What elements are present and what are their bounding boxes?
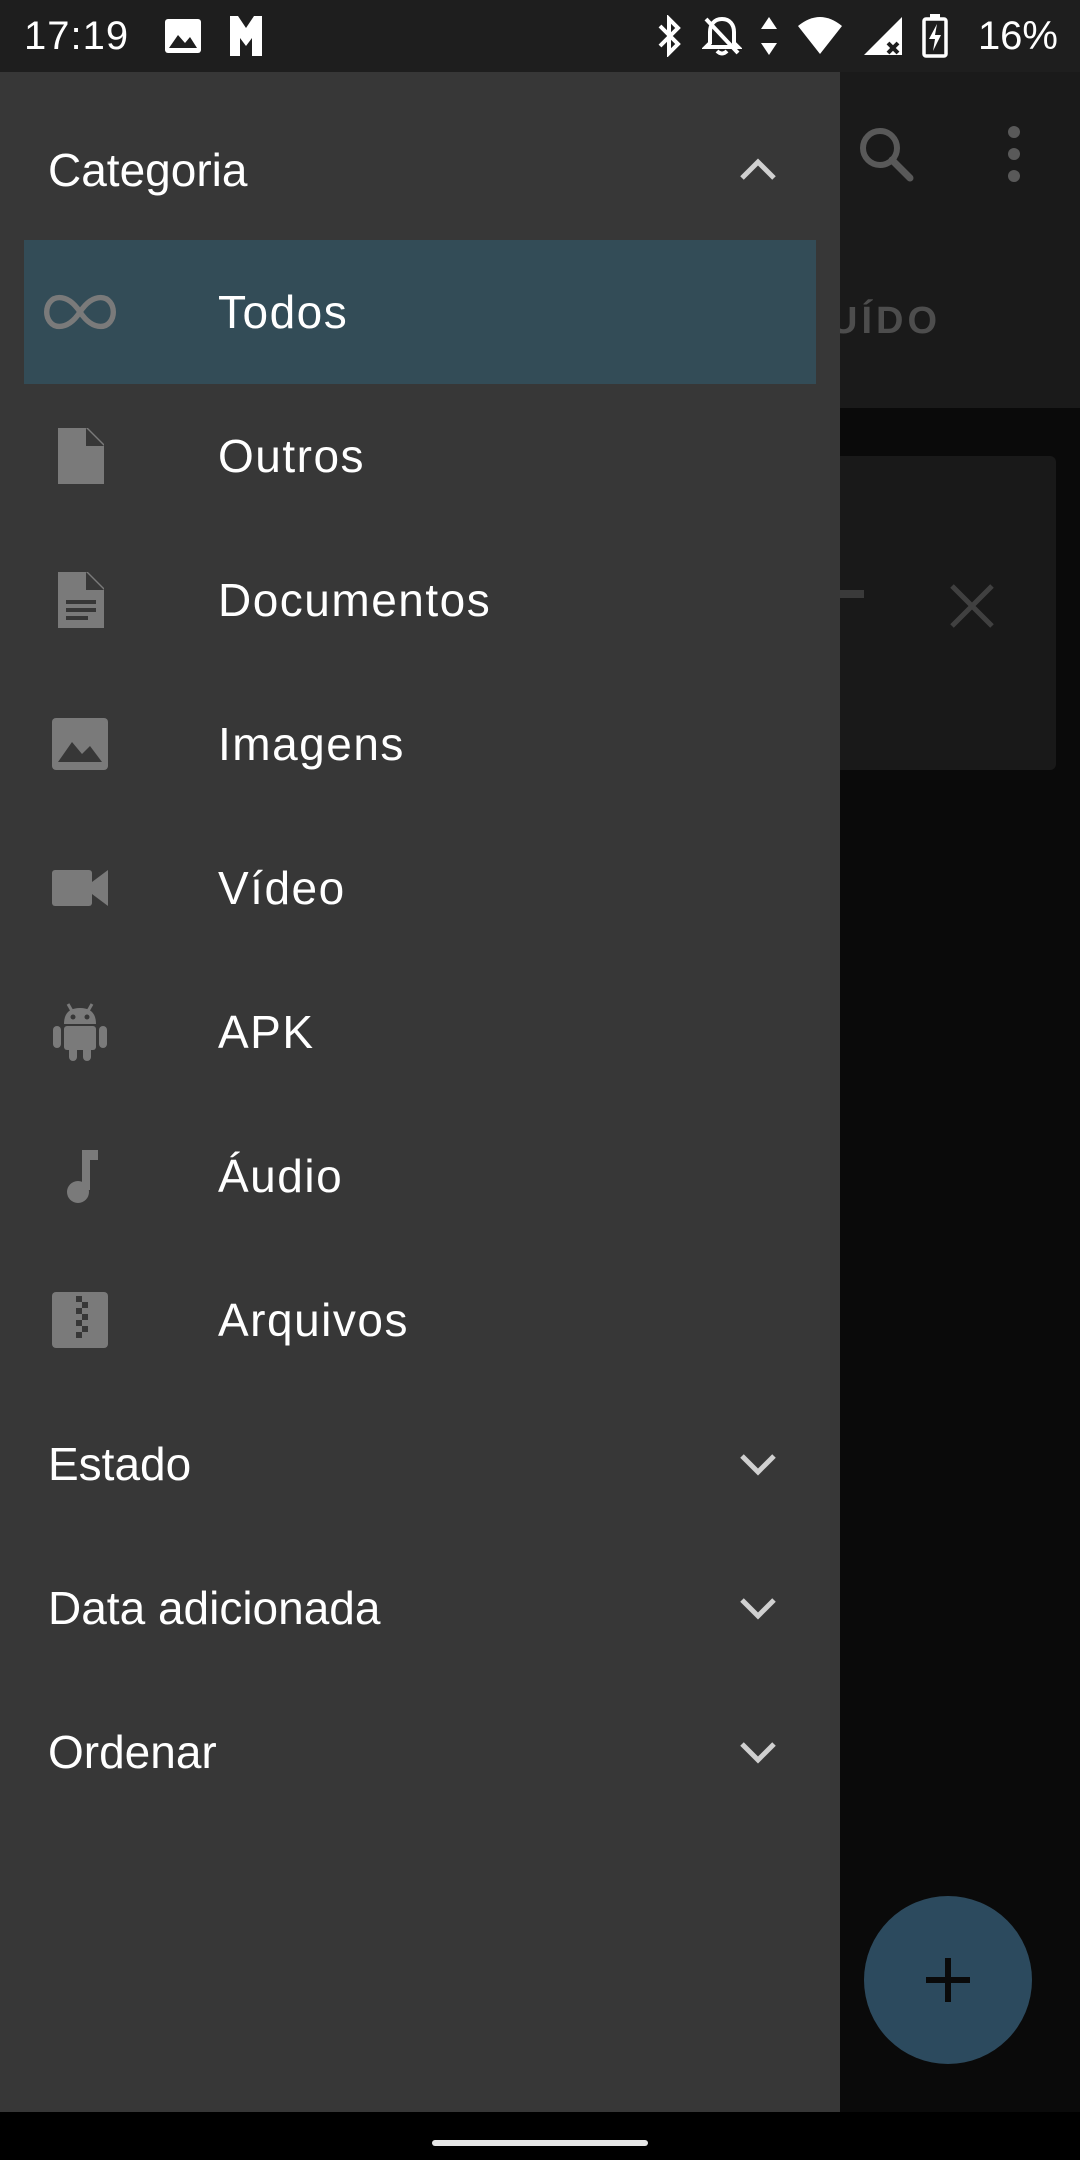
chevron-down-icon (740, 1598, 776, 1620)
section-title-categoria: Categoria (48, 144, 248, 196)
signal-icon (864, 17, 902, 55)
chevron-down-icon (740, 1454, 776, 1476)
file-icon (58, 428, 104, 484)
chevron-down-icon (740, 1742, 776, 1764)
category-item-audio[interactable]: Áudio (24, 1104, 816, 1248)
close-icon[interactable] (948, 582, 996, 630)
category-label-video: Vídeo (218, 862, 346, 914)
app-notification-icon (230, 16, 262, 56)
category-item-documentos[interactable]: Documentos (24, 528, 816, 672)
image-icon (52, 718, 108, 770)
status-left-icons (164, 14, 264, 58)
section-header-data-adicionada[interactable]: Data adicionada (0, 1536, 840, 1680)
category-label-arquivos: Arquivos (218, 1294, 409, 1346)
videocam-icon (52, 870, 108, 906)
document-icon (58, 572, 104, 628)
category-item-arquivos[interactable]: Arquivos (24, 1248, 816, 1392)
category-label-outros: Outros (218, 430, 366, 482)
notifications-off-icon (702, 16, 742, 56)
archive-icon (52, 1292, 108, 1348)
battery-percent: 16% (977, 14, 1058, 58)
section-title-data-adicionada: Data adicionada (48, 1582, 381, 1634)
image-icon (165, 19, 201, 53)
bluetooth-icon (658, 15, 681, 57)
android-icon (53, 1003, 107, 1061)
background-tab-label[interactable]: UÍDO (830, 300, 941, 343)
wifi-icon (798, 17, 842, 54)
category-label-imagens: Imagens (218, 718, 405, 770)
battery-charging-icon (922, 14, 948, 58)
status-bar: 17:19 16% (0, 0, 1080, 72)
category-item-imagens[interactable]: Imagens (24, 672, 816, 816)
more-vert-icon[interactable] (990, 124, 1040, 184)
gesture-handle[interactable] (432, 2140, 648, 2146)
category-item-video[interactable]: Vídeo (24, 816, 816, 960)
category-item-todos[interactable]: Todos (24, 240, 816, 384)
category-label-documentos: Documentos (218, 574, 492, 626)
section-header-ordenar[interactable]: Ordenar (0, 1680, 840, 1824)
add-icon (926, 1958, 970, 2002)
data-arrows-icon (761, 17, 777, 55)
section-title-estado: Estado (48, 1438, 192, 1490)
add-fab-button[interactable] (864, 1896, 1032, 2064)
screen: 17:19 16% UÍDO Categoria Todos Outros Do… (0, 0, 1080, 2160)
infinity-icon (44, 294, 116, 330)
status-time: 17:19 (24, 14, 130, 58)
chevron-up-icon (740, 158, 776, 180)
category-item-outros[interactable]: Outros (24, 384, 816, 528)
filter-drawer: Categoria Todos Outros Documentos Imagen… (0, 72, 840, 2112)
music-note-icon (67, 1150, 98, 1203)
navigation-bar (0, 2112, 1080, 2160)
category-label-todos: Todos (218, 286, 349, 338)
section-header-categoria[interactable]: Categoria (0, 98, 840, 242)
section-title-ordenar: Ordenar (48, 1726, 217, 1778)
category-label-apk: APK (218, 1006, 315, 1058)
category-label-audio: Áudio (218, 1150, 344, 1202)
section-header-estado[interactable]: Estado (0, 1392, 840, 1536)
category-item-apk[interactable]: APK (24, 960, 816, 1104)
status-right-icons (656, 14, 948, 58)
search-icon[interactable] (856, 124, 916, 184)
